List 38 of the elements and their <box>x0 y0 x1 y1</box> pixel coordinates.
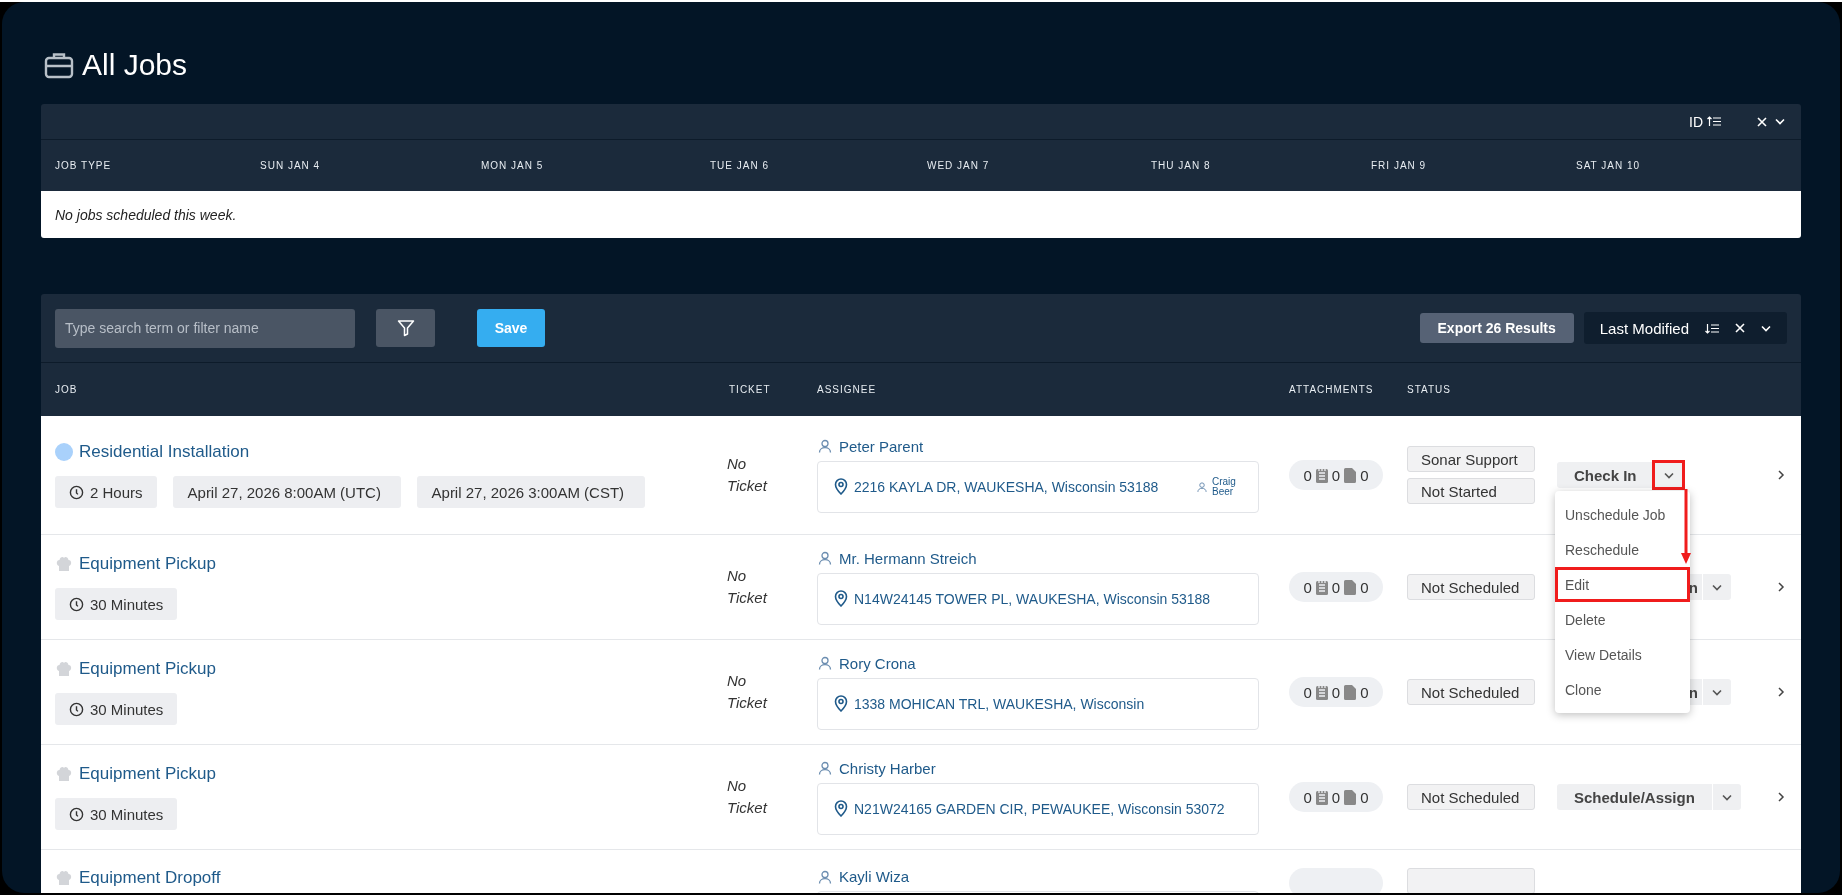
status-tag: Not Started <box>1407 478 1535 504</box>
column-header: SAT JAN 10 <box>1576 160 1642 171</box>
column-header: TICKET <box>728 384 772 395</box>
date-chip: April 27, 2026 3:00AM (CST) <box>416 476 645 508</box>
duration-chip: 30 Minutes <box>55 588 178 620</box>
column-header: JOB <box>55 384 79 395</box>
attachment-counts: 0 0 0 <box>1289 572 1383 602</box>
column-header: MON JAN 5 <box>481 160 545 171</box>
attachment-counts: 0 0 0 <box>1289 460 1383 490</box>
attachment-counts: 0 0 0 <box>1289 782 1383 812</box>
ticket-text: No Ticket <box>727 671 769 713</box>
status-tag: Not Scheduled <box>1407 574 1535 600</box>
status-tag: Not Scheduled <box>1407 784 1535 810</box>
attachment-counts: 0 0 0 <box>1289 677 1383 707</box>
address-card: N14W24145 TOWER PL, WAUKESHA, Wisconsin 53188 <box>817 572 1259 625</box>
duration-chip: 2 Hours <box>55 476 157 508</box>
column-header: STATUS <box>1407 384 1452 395</box>
status-tag: Not Scheduled <box>1407 679 1535 705</box>
address-card: 1338 MOHICAN TRL, WAUKESHA, Wisconsin <box>817 677 1259 730</box>
ticket-text: No Ticket <box>727 454 769 496</box>
status-tag: Sonar Support <box>1407 446 1535 472</box>
duration-chip: 30 Minutes <box>55 693 178 725</box>
date-chip: April 27, 2026 8:00AM (UTC) <box>172 476 401 508</box>
column-header: TUE JAN 6 <box>710 160 770 171</box>
column-header: JOB TYPE <box>55 160 113 171</box>
column-header: THU JAN 8 <box>1151 160 1212 171</box>
ticket-text: No Ticket <box>727 776 769 818</box>
duration-chip: 30 Minutes <box>55 798 178 830</box>
column-header: FRI JAN 9 <box>1371 160 1428 171</box>
column-header: WED JAN 7 <box>927 160 991 171</box>
address-card: N21W24165 GARDEN CIR, PEWAUKEE, Wisconsin 53072 <box>817 782 1259 835</box>
column-header: ASSIGNEE <box>817 384 878 395</box>
ticket-text: No Ticket <box>727 566 769 608</box>
column-header: SUN JAN 4 <box>260 160 322 171</box>
page-title: All Jobs <box>82 48 188 82</box>
empty-message: No jobs scheduled this week. <box>55 206 237 223</box>
column-header: ATTACHMENTS <box>1289 384 1375 395</box>
address-card: 2216 KAYLA DR, WAUKESHA, Wisconsin 53188 Craig Beer <box>817 460 1259 513</box>
